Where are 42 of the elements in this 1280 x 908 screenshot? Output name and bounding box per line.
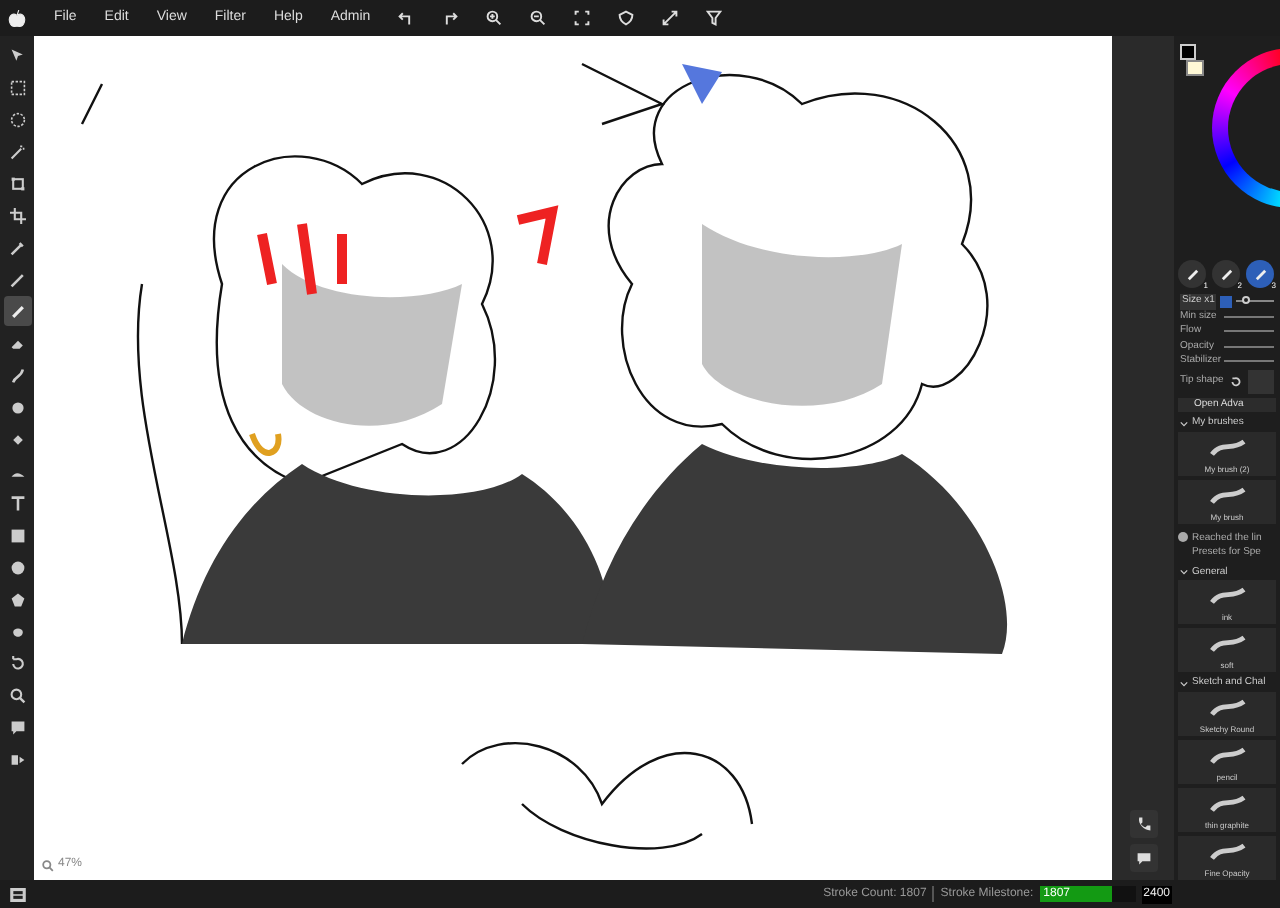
crop-icon — [9, 207, 25, 223]
phone-icon — [1135, 816, 1151, 832]
foreground-color-swatch[interactable] — [1180, 44, 1196, 60]
eyedropper-icon — [9, 239, 25, 255]
film-icon[interactable] — [9, 887, 25, 901]
shield-icon[interactable] — [618, 10, 635, 26]
zoom-in-icon[interactable] — [486, 10, 503, 26]
expand-icon[interactable] — [662, 10, 679, 26]
chat-button[interactable] — [1129, 844, 1157, 872]
brush-icon — [9, 303, 25, 319]
tool-button[interactable] — [3, 296, 31, 326]
eraser-icon — [9, 335, 25, 351]
redo-icon[interactable] — [442, 10, 459, 26]
text-icon — [9, 495, 25, 511]
zoom-icon — [42, 859, 54, 871]
pen-icon — [9, 271, 25, 287]
slider-thumb[interactable] — [1242, 296, 1251, 305]
polygon-icon — [9, 591, 25, 607]
lasso-icon — [9, 111, 25, 127]
rotate-icon — [9, 655, 25, 671]
transform-icon — [9, 175, 25, 191]
rectangle-icon — [9, 527, 25, 543]
comment-icon — [9, 719, 25, 735]
phone-button[interactable] — [1129, 810, 1157, 838]
chat-bubble-icon — [1135, 850, 1151, 866]
smudge-icon — [9, 367, 25, 383]
zoom-icon — [9, 687, 25, 703]
funnel-icon[interactable] — [706, 10, 723, 26]
undo-icon[interactable] — [398, 10, 415, 26]
zoom-out-icon[interactable] — [530, 10, 547, 26]
rect-select-icon — [9, 79, 25, 95]
ellipse-icon — [9, 559, 25, 575]
background-color-swatch[interactable] — [1186, 60, 1204, 76]
brush-icon — [1253, 267, 1267, 281]
move-icon — [9, 47, 25, 63]
apple-logo-icon[interactable] — [8, 9, 26, 27]
pressure-toggle-icon[interactable] — [1220, 295, 1233, 308]
fit-screen-icon[interactable] — [574, 10, 591, 26]
brush-icon — [1185, 267, 1199, 281]
reset-icon[interactable] — [1229, 375, 1242, 387]
magic-wand-icon — [9, 143, 25, 159]
brush-icon — [1219, 267, 1233, 281]
